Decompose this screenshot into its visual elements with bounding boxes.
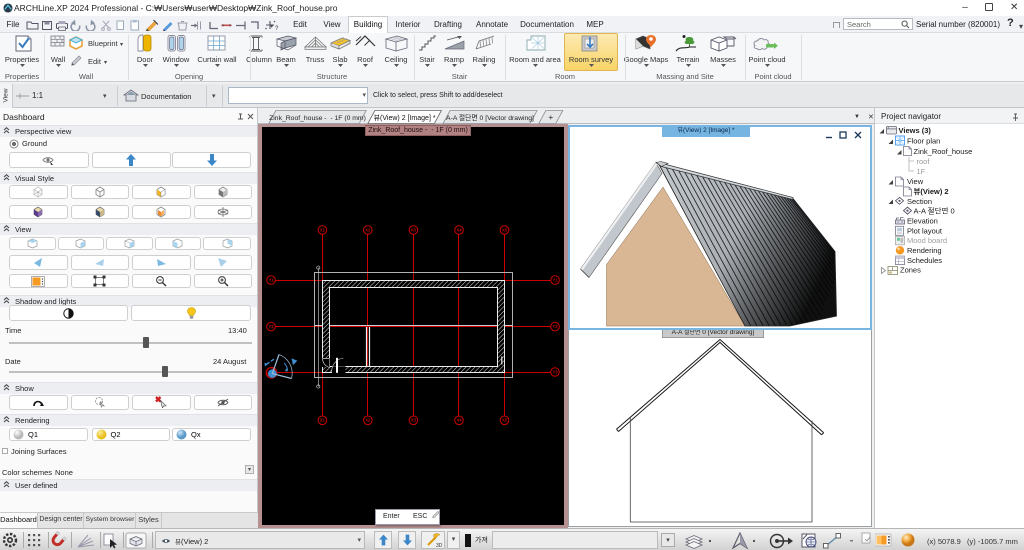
svg-text:X4: X4 [456,418,462,423]
svg-text:X3: X3 [411,227,417,232]
svg-text:Zink_Roof_house: Zink_Roof_house [914,147,973,156]
svg-text:X3: X3 [411,418,417,423]
svg-text:Mood board: Mood board [907,236,947,245]
svg-text:A-A 절단면 0 [Vector drawing]: A-A 절단면 0 [Vector drawing] [446,113,534,122]
svg-text:Y1: Y1 [552,277,558,282]
svg-text:Y2: Y2 [552,324,558,329]
svg-text:Rendering: Rendering [907,246,942,255]
svg-text:X2: X2 [365,418,371,423]
svg-text:Y1: Y1 [268,277,274,282]
svg-text:3D: 3D [436,543,443,548]
svg-text:X1: X1 [320,418,326,423]
svg-text:X5: X5 [502,227,508,232]
svg-text:Elevation: Elevation [907,217,938,226]
svg-text:Zones: Zones [900,266,921,275]
svg-text:+: + [548,113,553,122]
svg-text:X5: X5 [502,418,508,423]
svg-text:roof: roof [917,157,931,166]
svg-text:X4: X4 [456,227,462,232]
svg-text:Y2: Y2 [268,324,274,329]
svg-text:Plot layout: Plot layout [907,226,943,235]
svg-text:?: ? [275,26,279,31]
svg-text:X2: X2 [365,227,371,232]
svg-text:Zink_Roof_house - - 1F (0 mm): Zink_Roof_house - - 1F (0 mm) [269,115,366,122]
svg-text:A-A 절단면 0: A-A 절단면 0 [914,206,955,216]
svg-text:Y3: Y3 [552,369,558,374]
svg-text:뷰(View) 2 [Image] *: 뷰(View) 2 [Image] * [374,114,436,122]
svg-text:Views (3): Views (3) [899,126,932,135]
svg-text:Schedules: Schedules [907,256,942,265]
svg-text:View: View [907,177,924,186]
svg-text:뷰(View) 2: 뷰(View) 2 [914,187,949,196]
svg-text:Floor plan: Floor plan [907,137,940,146]
svg-text:X1: X1 [320,227,326,232]
svg-text:Section: Section [907,197,932,206]
svg-text:1F: 1F [917,167,926,176]
